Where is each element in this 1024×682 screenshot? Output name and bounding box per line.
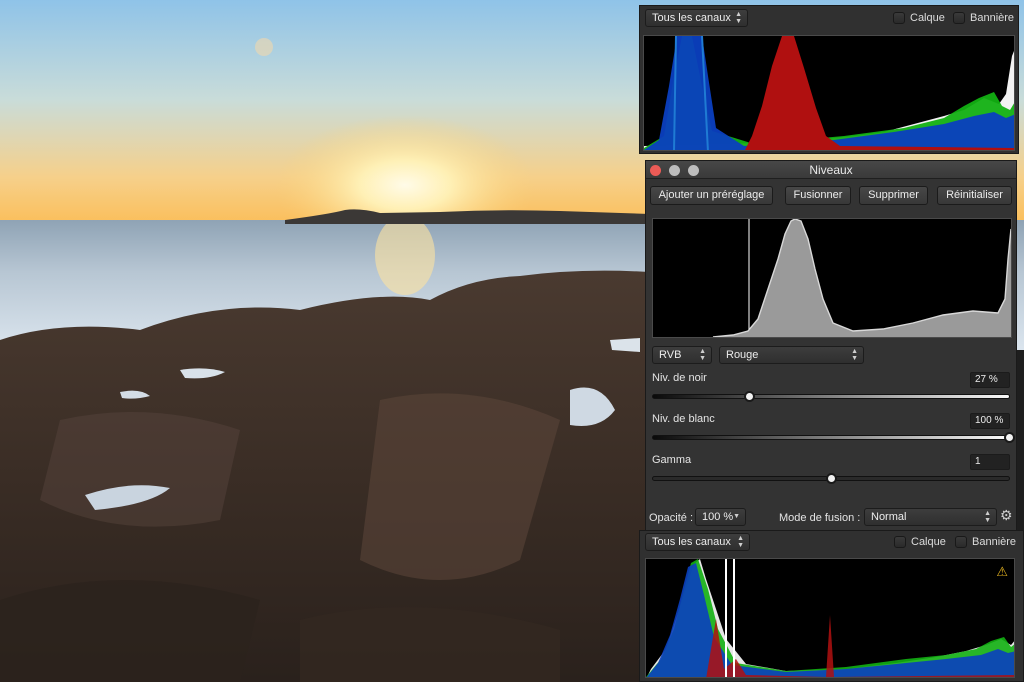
opacity-label: Opacité : [649, 512, 694, 524]
black-level-label: Niv. de noir [652, 372, 707, 384]
calque-checkbox[interactable]: Calque [894, 536, 946, 548]
checkbox-box[interactable] [893, 12, 905, 24]
gamma-value[interactable]: 1 [970, 454, 1010, 470]
channel-select-value: Tous les canaux [652, 536, 731, 548]
calque-label: Calque [910, 12, 945, 24]
levels-channel-select[interactable]: Rouge ▲ ▼ [719, 346, 864, 364]
color-model-value: RVB [659, 349, 682, 361]
calque-label: Calque [911, 536, 946, 548]
opacity-select[interactable]: 100 % ▼ [695, 508, 746, 526]
gamma-label: Gamma [652, 454, 692, 466]
updown-arrows-icon: ▲ ▼ [737, 535, 744, 549]
levels-dialog-title: Niveaux [809, 163, 853, 177]
channel-select[interactable]: Tous les canaux ▲ ▼ [645, 533, 750, 551]
dropdown-arrow-icon: ▼ [733, 513, 740, 520]
banniere-checkbox[interactable]: Bannière [955, 536, 1016, 548]
updown-arrows-icon: ▲ ▼ [851, 348, 858, 362]
updown-arrows-icon: ▲ ▼ [699, 348, 706, 362]
checkbox-box[interactable] [955, 536, 967, 548]
delete-button[interactable]: Supprimer [859, 186, 928, 205]
levels-histogram[interactable] [652, 218, 1012, 338]
channel-select[interactable]: Tous les canaux ▲ ▼ [645, 9, 748, 27]
blend-mode-label: Mode de fusion : [779, 512, 861, 524]
levels-channel-value: Rouge [726, 349, 759, 361]
reset-button[interactable]: Réinitialiser [937, 186, 1012, 205]
white-level-value[interactable]: 100 % [970, 413, 1010, 429]
gamma-slider-knob[interactable] [826, 473, 837, 484]
histogram-panel-bottom: Tous les canaux ▲ ▼ Calque Bannière ⚠ [639, 530, 1024, 682]
gear-icon[interactable]: ⚙ [1000, 508, 1013, 522]
banniere-label: Bannière [972, 536, 1017, 548]
merge-button[interactable]: Fusionner [785, 186, 851, 205]
white-level-label: Niv. de blanc [652, 413, 715, 425]
white-level-slider-knob[interactable] [1004, 432, 1015, 443]
banniere-checkbox[interactable]: Bannière [953, 12, 1014, 24]
gamma-slider[interactable] [652, 473, 1010, 484]
histogram-panel-top: Tous les canaux ▲ ▼ Calque Bannière [639, 5, 1019, 154]
banniere-label: Bannière [970, 12, 1015, 24]
channel-select-value: Tous les canaux [652, 12, 731, 24]
add-preset-button[interactable]: Ajouter un préréglage [650, 186, 773, 205]
black-level-value[interactable]: 27 % [970, 372, 1010, 388]
opacity-value: 100 % [702, 511, 734, 523]
calque-checkbox[interactable]: Calque [893, 12, 945, 24]
levels-dialog-titlebar[interactable]: Niveaux [646, 161, 1016, 179]
color-model-select[interactable]: RVB ▲ ▼ [652, 346, 712, 364]
blend-mode-select[interactable]: Normal ▲ ▼ [864, 508, 997, 526]
histogram-bottom: ⚠ [645, 558, 1015, 678]
histogram-top [643, 35, 1015, 151]
black-level-slider[interactable] [652, 391, 1010, 402]
levels-dialog: Niveaux Ajouter un préréglage Fusionner … [645, 160, 1017, 532]
updown-arrows-icon: ▲ ▼ [984, 510, 991, 524]
checkbox-box[interactable] [953, 12, 965, 24]
warning-icon: ⚠ [996, 564, 1008, 579]
updown-arrows-icon: ▲ ▼ [735, 11, 742, 25]
white-level-slider[interactable] [652, 432, 1015, 443]
black-level-slider-knob[interactable] [744, 391, 756, 402]
checkbox-box[interactable] [894, 536, 906, 548]
blend-mode-value: Normal [871, 511, 907, 523]
